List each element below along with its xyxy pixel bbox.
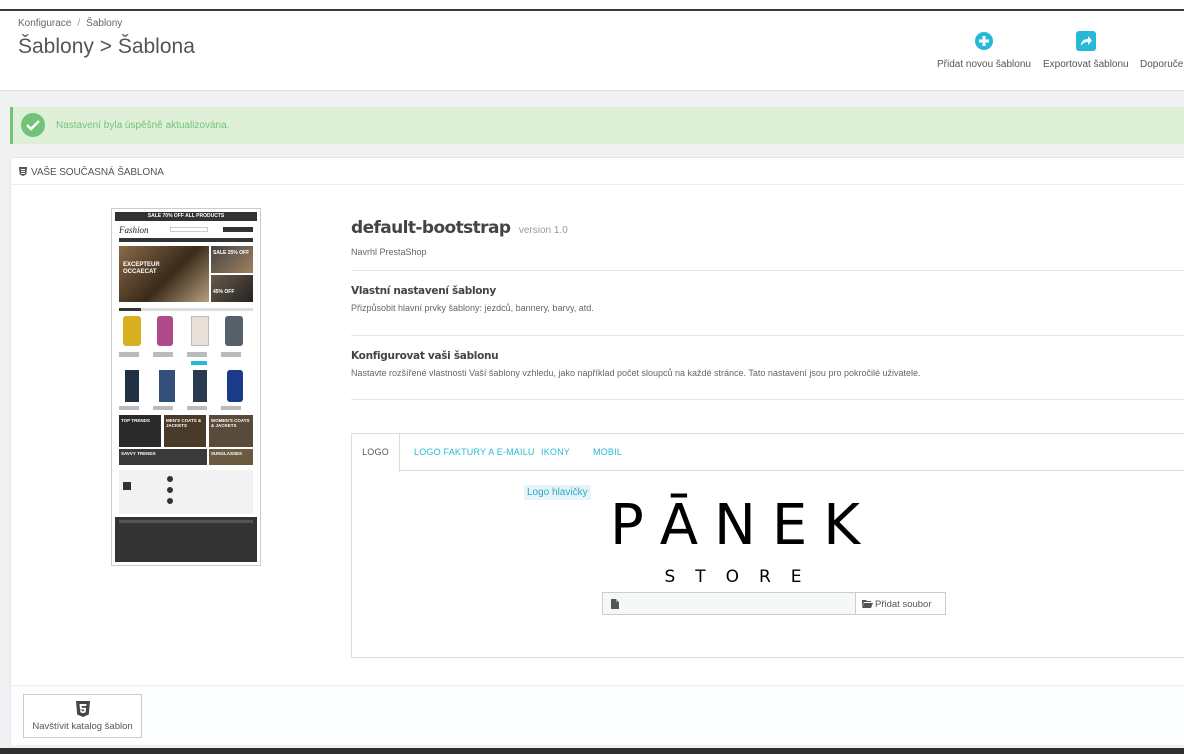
- preview-block1: TOP TRENDS: [121, 418, 150, 423]
- customize-title[interactable]: Vlastní nastavení šablony: [351, 285, 1184, 297]
- divider: [351, 399, 1184, 400]
- breadcrumb-separator: /: [77, 18, 81, 29]
- theme-author: Navrhl PrestaShop: [351, 247, 427, 257]
- configure-title[interactable]: Konfigurovat vaši šablonu: [351, 350, 1184, 362]
- panel-heading-text: Vaše současná šablona: [31, 167, 164, 178]
- theme-info: default-bootstrap version 1.0 Navrhl Pre…: [351, 218, 1184, 400]
- divider: [351, 335, 1184, 336]
- bottom-bar: [0, 748, 1184, 754]
- file-name-input[interactable]: [625, 592, 856, 615]
- recommend-icon: [1152, 31, 1172, 51]
- add-file-label: Přidat soubor: [875, 599, 932, 610]
- breadcrumb-parent[interactable]: Konfigurace: [18, 18, 71, 29]
- header-logo-label: Logo hlavičky: [524, 485, 591, 500]
- preview-logo: Fashion: [119, 225, 149, 235]
- preview-promo1: SALE 25% OFF: [213, 250, 250, 256]
- tab-bar: Logo Logo faktury a e-mailu Ikony Mobil: [352, 434, 1184, 472]
- preview-block3: WOMEN'S COATS & JACKETS: [211, 418, 250, 428]
- add-theme-button[interactable]: Přidat novou šablonu: [937, 31, 1031, 70]
- visit-theme-catalog-button[interactable]: Navštívit katalog šablon: [23, 694, 142, 738]
- theme-preview-image: SALE 70% OFF ALL PRODUCTS Fashion EXCEPT…: [115, 212, 257, 562]
- configure-section[interactable]: Konfigurovat vaši šablonu Nastavte rozší…: [351, 350, 1184, 378]
- theme-version: version 1.0: [518, 225, 568, 236]
- theme-title-row: default-bootstrap version 1.0: [351, 218, 1184, 238]
- theme-name: default-bootstrap: [351, 218, 511, 238]
- preview-block5: SUNGLASSES: [211, 451, 243, 456]
- store-logo-image: PĀNEK STORE: [598, 489, 888, 587]
- html5-icon: [75, 701, 90, 717]
- panel-heading: Vaše současná šablona: [11, 158, 1184, 185]
- divider: [351, 270, 1184, 271]
- theme-heading-icon: [19, 167, 27, 176]
- success-alert: Nastavení byla úspěšně aktualizována.: [10, 107, 1184, 144]
- logo-main-text: PĀNEK: [610, 493, 876, 558]
- recommend-button[interactable]: Doporuče: [1140, 31, 1183, 70]
- file-upload-row: Přidat soubor: [602, 592, 946, 615]
- add-file-button[interactable]: Přidat soubor: [855, 592, 946, 615]
- check-icon: [21, 113, 45, 137]
- customize-section[interactable]: Vlastní nastavení šablony Přizpůsobit hl…: [351, 285, 1184, 313]
- theme-preview-thumbnail[interactable]: SALE 70% OFF ALL PRODUCTS Fashion EXCEPT…: [111, 208, 261, 566]
- tab-icons[interactable]: Ikony: [541, 447, 570, 457]
- top-border: [0, 0, 1184, 11]
- tab-logo[interactable]: Logo: [352, 434, 400, 472]
- page-title: Šablony > Šablona: [18, 35, 195, 58]
- logo-tabs-panel: Logo Logo faktury a e-mailu Ikony Mobil …: [351, 433, 1184, 658]
- preview-hero: EXCEPTEUR OCCAECAT: [123, 262, 160, 275]
- configure-desc: Nastavte rozšířené vlastnosti Vaší šablo…: [351, 368, 921, 378]
- preview-banner: SALE 70% OFF ALL PRODUCTS: [147, 213, 225, 219]
- logo-sub-text: STORE: [664, 567, 821, 587]
- breadcrumb-current[interactable]: Šablony: [86, 18, 122, 29]
- export-theme-button[interactable]: Exportovat šablonu: [1043, 31, 1129, 70]
- alert-message: Nastavení byla úspěšně aktualizována.: [56, 120, 230, 131]
- share-icon: [1075, 31, 1096, 51]
- preview-promo2: 45% OFF: [213, 289, 235, 295]
- add-theme-label: Přidat novou šablonu: [937, 59, 1031, 70]
- file-icon: [602, 592, 626, 615]
- preview-block4: SAVVY TRENDS: [121, 451, 156, 456]
- tab-mobile[interactable]: Mobil: [593, 447, 622, 457]
- catalog-label: Navštívit katalog šablon: [32, 721, 133, 732]
- page-header: Konfigurace / Šablony Šablony > Šablona Př…: [0, 11, 1184, 91]
- breadcrumb: Konfigurace / Šablony: [18, 18, 122, 29]
- plus-circle-icon: [974, 32, 993, 50]
- tab-invoice-email-logo[interactable]: Logo faktury a e-mailu: [414, 447, 535, 457]
- folder-open-icon: [862, 600, 873, 608]
- panel-footer: Navštívit katalog šablon: [11, 685, 1184, 745]
- current-theme-panel: Vaše současná šablona SALE 70% OFF ALL P…: [10, 157, 1184, 745]
- recommend-label: Doporuče: [1140, 59, 1184, 70]
- customize-desc: Přizpůsobit hlavní prvky šablony: jezdců…: [351, 303, 594, 313]
- export-theme-label: Exportovat šablonu: [1043, 59, 1129, 70]
- preview-block2: MEN'S COATS & JACKETS: [166, 418, 202, 428]
